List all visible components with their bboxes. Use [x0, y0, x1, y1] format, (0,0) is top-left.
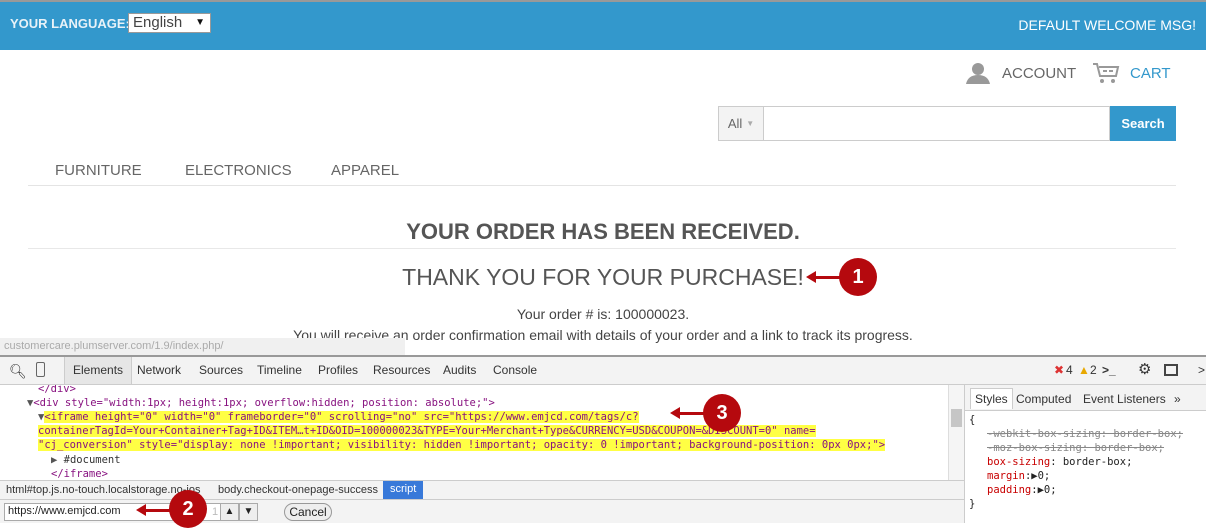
language-value: English — [133, 14, 183, 31]
find-previous-button[interactable]: ▲ — [220, 503, 239, 521]
search-input[interactable] — [764, 106, 1110, 141]
code-line[interactable]: </div> — [38, 385, 76, 396]
callout-arrow — [806, 271, 842, 283]
tab-timeline[interactable]: Timeline — [257, 363, 302, 377]
tab-elements[interactable]: Elements — [64, 357, 133, 384]
style-property-overridden[interactable]: -moz-box-sizing: border-box; — [987, 441, 1164, 455]
scrollbar-thumb[interactable] — [951, 409, 962, 427]
devtools-toolbar: 🔍︎ Elements Network Sources Timeline Pro… — [0, 357, 1206, 385]
collapse-triangle-icon[interactable]: ▶ — [51, 454, 64, 466]
callout-arrow — [136, 504, 172, 516]
more-tabs-button[interactable]: » — [1174, 392, 1181, 406]
account-link[interactable]: ACCOUNT — [966, 62, 1076, 84]
property-value: :▶0; — [1031, 484, 1057, 496]
code-text: containerTagId=Your+Container+Tag+ID&ITE… — [38, 425, 816, 437]
cart-link[interactable]: CART — [1092, 62, 1171, 84]
callout-badge-2: 2 — [169, 490, 207, 528]
find-next-button[interactable]: ▼ — [239, 503, 258, 521]
dropdown-arrow-icon: ▼ — [195, 17, 205, 28]
console-drawer-icon[interactable]: >_ — [1102, 363, 1116, 377]
error-icon[interactable]: ✖︎ — [1054, 363, 1064, 377]
callout-badge-1: 1 — [839, 258, 877, 296]
code-line-selected[interactable]: ▼<iframe height="0" width="0" frameborde… — [38, 410, 639, 424]
styles-pane: Styles Computed Event Listeners » { -web… — [964, 385, 1206, 523]
page-title: YOUR ORDER HAS BEEN RECEIVED. — [406, 219, 800, 244]
search-category-select[interactable]: All ▼ — [718, 106, 764, 141]
callout-arrow — [670, 407, 706, 419]
divider — [28, 248, 1176, 249]
property-name: box-sizing — [987, 456, 1051, 468]
rule-open: { — [969, 414, 976, 426]
breadcrumb: html#top.js.no-touch.localstorage.no-ios… — [0, 480, 964, 499]
tab-styles[interactable]: Styles — [970, 388, 1013, 409]
tab-resources[interactable]: Resources — [373, 363, 430, 377]
search-button[interactable]: Search — [1110, 106, 1176, 141]
property-value: :▶0; — [1024, 470, 1051, 482]
tab-audits[interactable]: Audits — [443, 363, 476, 377]
gear-icon[interactable]: ⚙︎ — [1138, 360, 1151, 378]
search-icon[interactable]: 🔍︎ — [9, 363, 27, 380]
tab-event-listeners[interactable]: Event Listeners — [1083, 392, 1166, 406]
nav-item-furniture[interactable]: FURNITURE — [55, 162, 142, 179]
breadcrumb-item-active[interactable]: script — [383, 481, 424, 499]
property-name: margin — [987, 470, 1025, 482]
code-text: <iframe height="0" width="0" frameborder… — [44, 411, 639, 423]
cart-icon — [1093, 63, 1120, 83]
styles-tabs: Styles Computed Event Listeners » — [965, 385, 1206, 411]
code-line[interactable]: </iframe> — [51, 467, 108, 480]
user-icon — [966, 63, 990, 84]
code-text: #document — [63, 454, 121, 466]
property-value: : border-box; — [1050, 456, 1133, 468]
cart-label: CART — [1130, 64, 1171, 82]
vertical-scrollbar[interactable] — [948, 385, 964, 480]
top-bar: YOUR LANGUAGE: English ▼ DEFAULT WELCOME … — [0, 0, 1206, 50]
code-line[interactable]: ▼<div style="width:1px; height:1px; over… — [27, 396, 495, 410]
cancel-button[interactable]: Cancel — [284, 503, 332, 521]
tab-computed[interactable]: Computed — [1016, 392, 1071, 406]
property-name: padding — [987, 484, 1032, 496]
language-select[interactable]: English ▼ — [128, 13, 211, 33]
elements-tree: </div> ▼<div style="width:1px; height:1p… — [0, 385, 948, 480]
welcome-message: DEFAULT WELCOME MSG! — [1018, 17, 1196, 33]
language-label: YOUR LANGUAGE: — [10, 16, 130, 31]
find-match-count: 1 — [212, 506, 219, 518]
main-nav: FURNITURE ELECTRONICS APPAREL — [28, 162, 1176, 186]
code-line[interactable]: ▶ #document — [51, 453, 121, 467]
dock-icon[interactable] — [1164, 364, 1178, 376]
status-bar-url: customercare.plumserver.com/1.9/index.ph… — [0, 338, 405, 355]
code-line-selected: containerTagId=Your+Container+Tag+ID&ITE… — [38, 424, 816, 438]
category-value: All — [727, 116, 743, 131]
tab-network[interactable]: Network — [137, 363, 181, 377]
tab-profiles[interactable]: Profiles — [318, 363, 358, 377]
chevron-down-icon: ▼ — [746, 119, 755, 128]
error-count[interactable]: 4 — [1066, 363, 1073, 377]
callout-badge-3: 3 — [703, 394, 741, 432]
code-line-selected: "cj_conversion" style="display: none !im… — [38, 438, 886, 452]
search-bar: All ▼ Search — [718, 106, 1176, 141]
nav-item-electronics[interactable]: ELECTRONICS — [185, 162, 292, 179]
style-property-overridden[interactable]: -webkit-box-sizing: border-box; — [987, 427, 1183, 441]
style-property[interactable]: padding:▶0; — [987, 483, 1057, 497]
warning-count[interactable]: 2 — [1090, 363, 1097, 377]
account-label: ACCOUNT — [1002, 64, 1077, 82]
device-mode-icon[interactable] — [36, 362, 45, 377]
close-icon[interactable]: > — [1198, 363, 1205, 377]
warning-icon[interactable]: ▲ — [1078, 363, 1090, 377]
tab-console[interactable]: Console — [493, 363, 537, 377]
style-property[interactable]: margin:▶0; — [987, 469, 1050, 483]
tab-sources[interactable]: Sources — [199, 363, 243, 377]
breadcrumb-item[interactable]: html#top.js.no-touch.localstorage.no-ios — [6, 484, 200, 496]
rule-close: } — [969, 498, 976, 510]
code-text: <div style="width:1px; height:1px; overf… — [33, 397, 495, 409]
thank-you-heading: THANK YOU FOR YOUR PURCHASE! — [402, 264, 804, 290]
breadcrumb-item[interactable]: body.checkout-onepage-success — [218, 484, 378, 496]
code-text: "cj_conversion" style="display: none !im… — [38, 439, 886, 451]
nav-item-apparel[interactable]: APPAREL — [331, 162, 399, 179]
style-property[interactable]: box-sizing: border-box; — [987, 455, 1132, 469]
order-number: Your order # is: 100000023. — [516, 306, 690, 322]
